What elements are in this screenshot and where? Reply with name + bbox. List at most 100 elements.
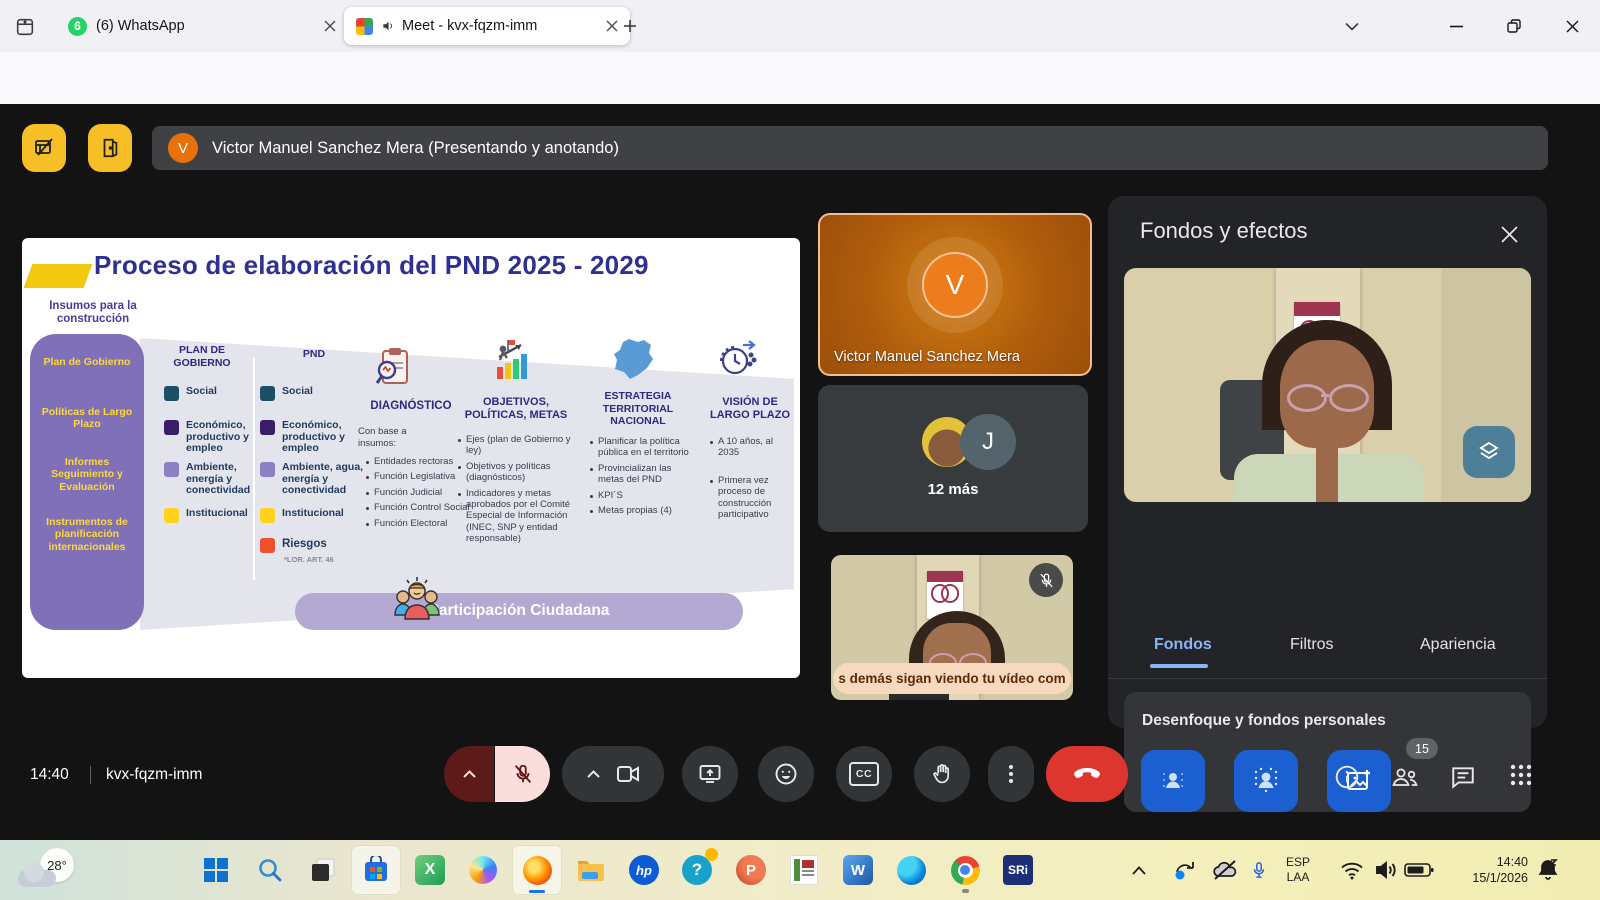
language-indicator[interactable]: ESPLAA (1286, 840, 1310, 900)
tab-audio-icon[interactable] (381, 19, 395, 33)
more-vertical-icon (1009, 765, 1013, 783)
close-panel-icon[interactable] (1497, 222, 1521, 246)
task-view-icon (310, 857, 336, 883)
notifications-bell-icon[interactable] (1536, 840, 1560, 900)
hp-app-button[interactable]: hp (620, 846, 668, 894)
apps-button[interactable] (1510, 764, 1532, 786)
tray-date: 15/1/2026 (1472, 870, 1528, 886)
chat-button[interactable] (1450, 764, 1476, 790)
captions-button[interactable]: CC (836, 746, 892, 802)
tab-meet[interactable]: Meet - kvx-fqzm-imm (344, 7, 630, 45)
camera-options-button[interactable] (587, 770, 600, 778)
volume-icon[interactable] (1374, 840, 1398, 900)
sync-status-icon[interactable] (1172, 840, 1198, 900)
pnd-item: Institucional (282, 508, 344, 520)
participants-count-badge: 15 (1406, 738, 1438, 759)
window-restore-button[interactable] (1500, 14, 1528, 38)
more-options-button[interactable] (988, 746, 1034, 802)
objetivos-icon (490, 338, 534, 384)
sri-icon: SRi (1003, 855, 1033, 885)
blur-backgrounds-card: Desenfoque y fondos personales (1124, 692, 1531, 812)
wifi-icon[interactable] (1340, 840, 1364, 900)
mic-options-button[interactable] (444, 746, 494, 802)
search-button[interactable] (246, 846, 294, 894)
slight-blur-button[interactable] (1141, 750, 1205, 812)
active-tab-underline (1150, 664, 1208, 668)
word-icon: W (843, 855, 873, 885)
exit-annotation-button[interactable] (88, 124, 132, 172)
insumos-item: Informes Seguimiento y Evaluación (35, 456, 139, 493)
tray-time: 14:40 (1472, 854, 1528, 870)
camera-toggle-button[interactable] (616, 764, 640, 784)
tab-filtros[interactable]: Filtros (1290, 636, 1334, 654)
chat-icon (1450, 764, 1476, 790)
san-juan-app-button[interactable] (780, 846, 828, 894)
video-toast: s demás sigan viendo tu vídeo com (833, 663, 1071, 694)
tray-overflow-chevron[interactable] (1132, 840, 1146, 900)
excel-button[interactable]: X (406, 846, 454, 894)
meeting-details-button[interactable] (1334, 764, 1360, 790)
sri-app-button[interactable]: SRi (994, 846, 1042, 894)
start-button[interactable] (192, 846, 240, 894)
file-explorer-button[interactable] (566, 846, 614, 894)
clock-widget[interactable]: 14:4015/1/2026 (1448, 840, 1528, 900)
powerpoint-button[interactable]: P (727, 846, 775, 894)
participacion-label: Participación Ciudadana (295, 602, 743, 620)
diagnostico-icon (374, 346, 414, 388)
chrome-button[interactable] (941, 846, 989, 894)
mic-muted-badge (1029, 563, 1063, 597)
insumos-item: Instrumentos de planificación internacio… (35, 516, 139, 553)
task-view-button[interactable] (299, 846, 347, 894)
presenter-avatar: V (168, 133, 198, 163)
overflow-count-label: 12 más (818, 481, 1088, 498)
firefox-view-icon[interactable] (12, 14, 38, 40)
effects-layers-button[interactable] (1463, 426, 1515, 478)
microsoft-store-button[interactable] (352, 846, 400, 894)
hp-icon: hp (629, 855, 659, 885)
close-tab-icon[interactable] (606, 20, 618, 32)
reactions-button[interactable] (758, 746, 814, 802)
list-all-tabs-icon[interactable] (1340, 16, 1364, 36)
screen: 6 (6) WhatsApp Meet - kvx-fqzm-imm (0, 0, 1600, 900)
participants-button[interactable] (1390, 764, 1420, 790)
whatsapp-icon: 6 (68, 17, 87, 36)
copilot-button[interactable] (459, 846, 507, 894)
leave-call-button[interactable] (1046, 746, 1128, 802)
new-tab-button[interactable] (618, 14, 642, 38)
info-icon (1334, 764, 1360, 790)
tab-apariencia[interactable]: Apariencia (1420, 636, 1496, 654)
vision-clock-icon (714, 338, 760, 382)
tab-whatsapp[interactable]: 6 (6) WhatsApp (58, 7, 346, 45)
word-button[interactable]: W (834, 846, 882, 894)
raise-hand-button[interactable] (914, 746, 970, 802)
insumos-item: Políticas de Largo Plazo (35, 406, 139, 431)
speaker-tile[interactable]: V Victor Manuel Sanchez Mera (818, 213, 1092, 376)
onedrive-paused-icon[interactable] (1212, 840, 1238, 900)
firefox-button[interactable] (513, 846, 561, 894)
self-video-tile[interactable]: s demás sigan viendo tu vídeo com (831, 555, 1073, 700)
present-button[interactable] (682, 746, 738, 802)
edge-button[interactable] (887, 846, 935, 894)
pnd-item: Social (282, 386, 313, 398)
google-meet-icon (356, 18, 373, 35)
backgrounds-effects-panel: Fondos y efectos (1108, 196, 1547, 728)
help-app-button[interactable]: ? (673, 846, 721, 894)
chrome-icon (951, 856, 980, 885)
tab-fondos[interactable]: Fondos (1154, 636, 1212, 654)
close-tab-icon[interactable] (324, 20, 336, 32)
estrategia-bullets: Planificar la política pública en el ter… (590, 436, 690, 520)
weather-widget[interactable]: 28° (14, 848, 84, 892)
annotation-tool-button[interactable] (22, 124, 66, 172)
window-minimize-button[interactable] (1442, 16, 1470, 36)
window-close-button[interactable] (1558, 14, 1586, 38)
diagnostico-intro: Con base a insumos: (358, 426, 430, 450)
insumos-panel: Plan de Gobierno Políticas de Largo Plaz… (30, 334, 144, 630)
windows-taskbar: 28° X hp (0, 840, 1600, 900)
objetivos-bullets: Ejes (plan de Gobierno y ley) Objetivos … (458, 434, 580, 549)
battery-icon[interactable] (1404, 840, 1434, 900)
overflow-tile[interactable]: J 12 más (818, 385, 1088, 532)
mic-toggle-button[interactable] (495, 746, 550, 802)
citizens-icon (391, 575, 443, 625)
full-blur-button[interactable] (1234, 750, 1298, 812)
mic-in-use-icon[interactable] (1250, 840, 1268, 900)
